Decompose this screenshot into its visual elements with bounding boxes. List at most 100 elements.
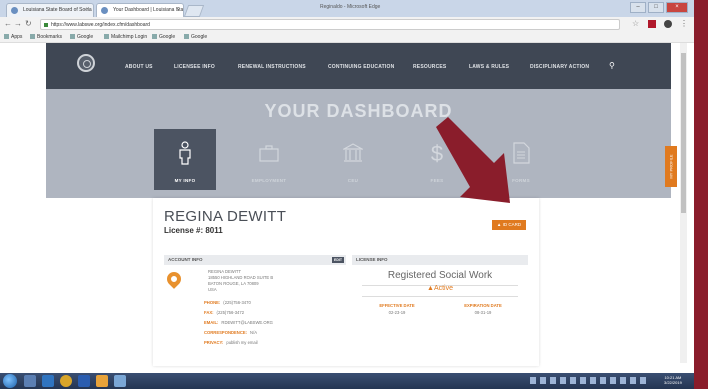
apps-icon xyxy=(4,34,9,40)
google-icon xyxy=(184,34,189,40)
bookmarks-bar: Apps Bookmarks Google Mailchimp Login Go… xyxy=(0,32,694,43)
page-title: YOUR DASHBOARD xyxy=(264,101,453,121)
ie-icon[interactable] xyxy=(42,375,54,387)
tray-icon[interactable] xyxy=(530,377,536,384)
nav-about-us[interactable]: ABOUT US xyxy=(125,64,153,70)
status-badge: ▲Active xyxy=(427,285,453,292)
windows-taskbar: 10:21 AM 3/22/2019 xyxy=(0,373,694,389)
nav-disciplinary-action[interactable]: DISCIPLINARY ACTION xyxy=(530,64,589,70)
explorer-icon[interactable] xyxy=(96,375,108,387)
google-icon xyxy=(152,34,157,40)
tray-icon[interactable] xyxy=(590,377,596,384)
browser-window: Louisiana State Board of Socia × Your Da… xyxy=(0,0,694,373)
nav-resources[interactable]: RESOURCES xyxy=(413,64,446,70)
card-label: CEU xyxy=(347,178,359,183)
site-navigation: ABOUT US LICENSEE INFO RENEWAL INSTRUCTI… xyxy=(46,43,671,89)
tray-icon[interactable] xyxy=(640,377,646,384)
lock-icon xyxy=(44,23,48,27)
reload-icon[interactable]: ↻ xyxy=(25,19,32,28)
browser-tab-active[interactable]: Your Dashboard | Louisiana Sta × xyxy=(96,3,184,17)
extension-icon[interactable] xyxy=(648,20,656,28)
bookmark-item[interactable]: Google xyxy=(152,32,175,42)
nav-renewal-instructions[interactable]: RENEWAL INSTRUCTIONS xyxy=(238,64,306,70)
card-my-info[interactable]: MY INFO xyxy=(154,129,216,190)
address-bar-row: ← → ↻ https://www.labswe.org/index.cfm/d… xyxy=(0,17,694,32)
fax-field: FAX: (225)756-3472 xyxy=(204,310,245,315)
browser-tabstrip: Louisiana State Board of Socia × Your Da… xyxy=(0,0,694,17)
tray-icon[interactable] xyxy=(630,377,636,384)
annotation-arrow-icon xyxy=(436,117,510,203)
tray-icon[interactable] xyxy=(570,377,576,384)
star-icon[interactable]: ☆ xyxy=(632,20,640,28)
minimize-icon[interactable]: – xyxy=(630,2,646,13)
tray-icon[interactable] xyxy=(600,377,606,384)
license-number: License #: 8011 xyxy=(164,226,223,235)
expiration-date: EXPIRATION DATE 08-31-19 xyxy=(464,303,502,315)
tab-title: Louisiana State Board of Socia xyxy=(23,7,92,13)
correspondence-field: CORRESPONDENCE: N/A xyxy=(204,330,258,335)
star-icon xyxy=(30,34,35,40)
edit-button[interactable]: EDIT xyxy=(332,257,344,263)
card-label: MY INFO xyxy=(174,178,196,183)
tray-icon[interactable] xyxy=(550,377,556,384)
tray-icon[interactable] xyxy=(580,377,586,384)
favicon-icon xyxy=(101,7,108,14)
app-icon[interactable] xyxy=(114,375,126,387)
mailing-address: REGINA DEWITT 18550 HIGHLAND ROAD SUITE … xyxy=(208,269,274,292)
favicon-icon xyxy=(11,7,18,14)
board-seal-logo[interactable] xyxy=(77,54,95,72)
close-tab-icon[interactable]: × xyxy=(85,4,89,17)
page-scrollbar[interactable] xyxy=(680,43,687,363)
phone-field: PHONE: (225)756-3470 xyxy=(204,300,251,305)
start-button[interactable] xyxy=(3,374,17,388)
tray-icon[interactable] xyxy=(560,377,566,384)
google-icon xyxy=(70,34,75,40)
section-header: ACCOUNT INFO EDIT xyxy=(164,255,346,265)
bookmark-item[interactable]: Mailchimp Login xyxy=(104,32,147,42)
system-tray xyxy=(530,377,646,384)
nav-licensee-info[interactable]: LICENSEE INFO xyxy=(174,64,215,70)
maximize-icon[interactable]: □ xyxy=(648,2,664,13)
search-icon[interactable]: ⚲ xyxy=(609,61,615,70)
my-profile-side-tab[interactable]: MY PROFILE xyxy=(665,146,677,187)
nav-continuing-education[interactable]: CONTINUING EDUCATION xyxy=(328,64,394,70)
menu-icon[interactable]: ⋮ xyxy=(680,19,688,28)
location-pin-icon xyxy=(164,269,184,289)
window-title: Reginaldo - Microsoft Edge xyxy=(320,4,381,10)
tray-icon[interactable] xyxy=(620,377,626,384)
card-ceu[interactable]: CEU xyxy=(322,129,384,190)
effective-date: EFFECTIVE DATE 02-23-19 xyxy=(379,303,415,315)
institution-icon xyxy=(343,143,363,162)
card-label: EMPLOYMENT xyxy=(251,178,287,183)
url-text: https://www.labswe.org/index.cfm/dashboa… xyxy=(51,22,150,28)
privacy-field: PRIVACY: publish my email xyxy=(204,340,258,345)
id-card-button[interactable]: ▲ ID CARD xyxy=(492,220,526,230)
divider xyxy=(362,296,518,297)
license-type: Registered Social Work xyxy=(387,270,493,281)
bookmark-item[interactable]: Google xyxy=(184,32,207,42)
profile-icon[interactable] xyxy=(664,20,672,28)
close-window-icon[interactable]: × xyxy=(666,2,688,13)
outlook-icon[interactable] xyxy=(78,375,90,387)
bookmark-item[interactable]: Apps xyxy=(4,32,22,42)
scrollbar-thumb[interactable] xyxy=(681,53,686,213)
bookmark-item[interactable]: Google xyxy=(70,32,93,42)
url-input[interactable]: https://www.labswe.org/index.cfm/dashboa… xyxy=(40,19,620,30)
section-header: LICENSE INFO xyxy=(352,255,528,265)
tray-icon[interactable] xyxy=(610,377,616,384)
browser-tab[interactable]: Louisiana State Board of Socia × xyxy=(6,3,94,17)
close-tab-icon[interactable]: × xyxy=(175,4,179,17)
new-tab-button[interactable] xyxy=(183,5,205,17)
chrome-icon[interactable] xyxy=(60,375,72,387)
card-employment[interactable]: EMPLOYMENT xyxy=(238,129,300,190)
bookmark-item[interactable]: Bookmarks xyxy=(30,32,62,42)
briefcase-icon xyxy=(259,145,279,162)
folder-icon[interactable] xyxy=(24,375,36,387)
tray-icon[interactable] xyxy=(540,377,546,384)
tab-title: Your Dashboard | Louisiana Sta xyxy=(113,7,184,13)
back-icon[interactable]: ← xyxy=(4,19,12,28)
taskbar-clock[interactable]: 10:21 AM 3/22/2019 xyxy=(664,375,682,385)
forward-icon[interactable]: → xyxy=(14,19,22,28)
window-controls: – □ × xyxy=(630,2,688,13)
nav-laws-rules[interactable]: LAWS & RULES xyxy=(469,64,509,70)
